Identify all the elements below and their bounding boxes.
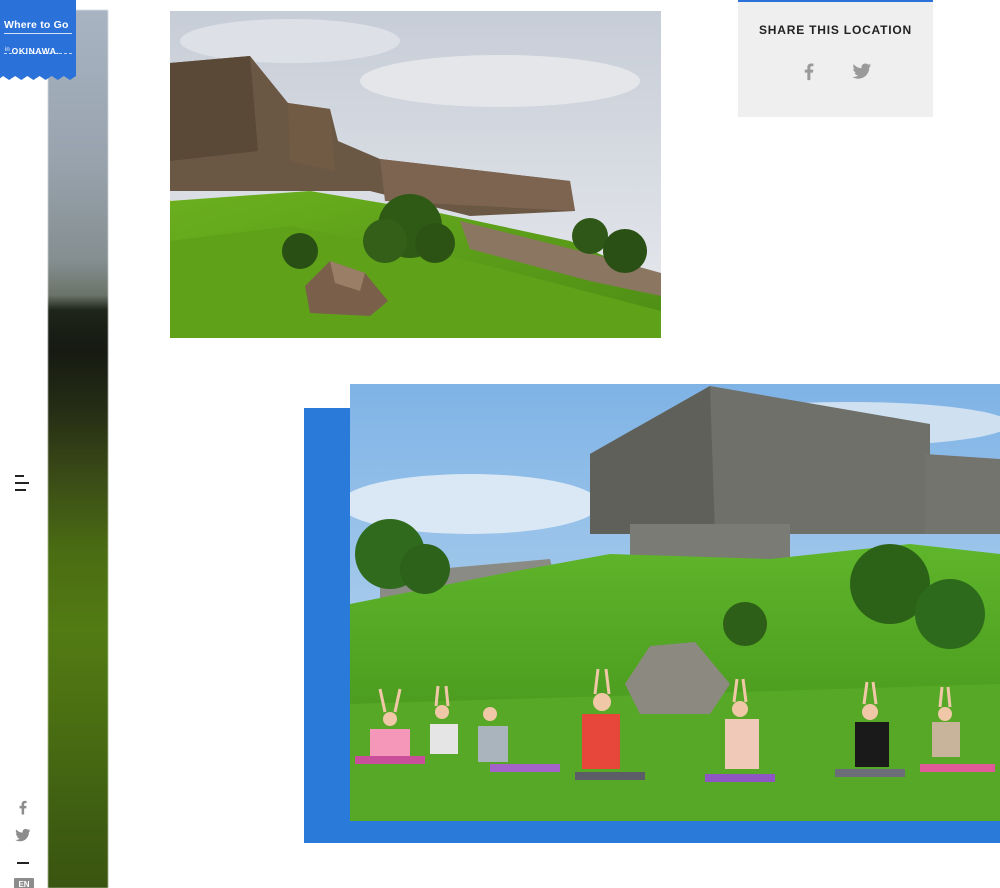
yoga-at-castle-photo bbox=[350, 384, 1000, 821]
side-photo-strip bbox=[48, 10, 108, 888]
share-title: SHARE THIS LOCATION bbox=[759, 23, 912, 37]
twitter-icon[interactable] bbox=[850, 60, 874, 82]
site-logo[interactable]: Where to Go in OKINAWA. bbox=[0, 0, 76, 80]
twitter-icon[interactable] bbox=[14, 826, 32, 844]
share-panel: SHARE THIS LOCATION bbox=[738, 0, 933, 117]
castle-ruins-photo bbox=[170, 11, 661, 338]
hamburger-menu-icon[interactable] bbox=[15, 474, 31, 492]
rail-divider bbox=[17, 862, 29, 864]
logo-wave-decoration bbox=[4, 53, 72, 57]
rail-social-links bbox=[14, 798, 34, 854]
language-switch[interactable]: EN bbox=[14, 878, 34, 888]
page: Where to Go in OKINAWA. EN SHARE THIS LO… bbox=[0, 0, 1000, 888]
logo-title: Where to Go bbox=[4, 19, 72, 34]
facebook-icon[interactable] bbox=[14, 798, 32, 816]
facebook-icon[interactable] bbox=[798, 60, 820, 82]
